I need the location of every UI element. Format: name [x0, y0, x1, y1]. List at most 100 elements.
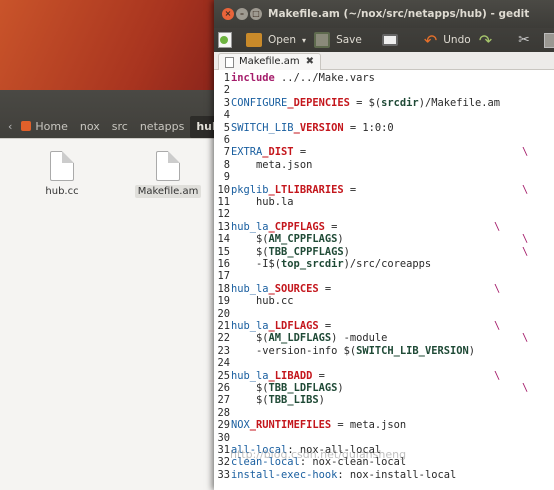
code-line[interactable]: 19 hub.cc [214, 295, 554, 307]
line-text: hub.la [231, 196, 294, 208]
code-line[interactable]: 6 [214, 134, 554, 146]
code-line[interactable]: 10pkglib_LTLIBRARIES = \ [214, 184, 554, 196]
copy-button[interactable] [540, 28, 554, 52]
code-line[interactable]: 20 [214, 308, 554, 320]
line-number: 19 [217, 295, 230, 308]
code-line[interactable]: 26 $(TBB_LDFLAGS) \ [214, 382, 554, 394]
breadcrumb-netapps[interactable]: netapps [134, 116, 191, 138]
line-text: hub_la_CPPFLAGS = [231, 220, 338, 233]
title-bar[interactable]: × – □ Makefile.am (~/nox/src/netapps/hub… [214, 0, 554, 28]
line-number: 4 [223, 109, 230, 122]
code-line[interactable]: 17 [214, 270, 554, 282]
line-text: $(TBB_CPPFLAGS) [231, 245, 350, 258]
chevron-down-icon[interactable]: ▾ [302, 36, 306, 45]
file-name: Makefile.am [134, 185, 202, 198]
code-line[interactable]: 15 $(TBB_CPPFLAGS) \ [214, 246, 554, 258]
line-text: hub_la_LIBADD = [231, 369, 325, 382]
line-text: hub.cc [231, 295, 294, 308]
close-window-button[interactable]: × [222, 8, 234, 20]
new-document-button[interactable] [214, 28, 242, 52]
code-line[interactable]: 14 $(AM_CPPFLAGS) \ [214, 233, 554, 245]
code-line[interactable]: 18hub_la_SOURCES = \ [214, 283, 554, 295]
code-line[interactable]: 27 $(TBB_LIBS) [214, 394, 554, 406]
line-text: install-exec-hook: nox-install-local [231, 468, 457, 481]
open-button[interactable]: Open ▾ [242, 28, 310, 52]
code-line[interactable]: 30 [214, 432, 554, 444]
line-text: -version-info $(SWITCH_LIB_VERSION) [231, 344, 475, 357]
line-continuation-backslash: \ [494, 282, 501, 295]
line-number: 24 [217, 357, 230, 370]
code-line[interactable]: 3CONFIGURE_DEPENCIES = $(srcdir)/Makefil… [214, 97, 554, 109]
folder-open-icon [246, 33, 262, 47]
code-line[interactable]: 11 hub.la [214, 196, 554, 208]
code-line[interactable]: 12 [214, 208, 554, 220]
code-line[interactable]: 28 [214, 407, 554, 419]
line-text: NOX_RUNTIMEFILES = meta.json [231, 419, 407, 432]
file-list: hub.cc Makefile.am [0, 138, 215, 490]
file-item-makefile-am[interactable]: Makefile.am [132, 151, 204, 198]
minimize-window-button[interactable]: – [236, 8, 248, 20]
code-line[interactable]: 29NOX_RUNTIMEFILES = meta.json [214, 419, 554, 431]
code-line[interactable]: 24 [214, 357, 554, 369]
breadcrumb-back-arrow-icon[interactable]: ‹ [0, 116, 15, 138]
line-number: 10 [217, 183, 230, 196]
breadcrumb-home[interactable]: Home [15, 116, 73, 138]
save-button[interactable]: Save [310, 28, 366, 52]
line-number: 12 [217, 208, 230, 221]
text-editor[interactable]: 1include ../../Make.vars 2 3CONFIGURE_DEPE… [214, 70, 554, 490]
line-text: $(TBB_LDFLAGS) [231, 382, 344, 394]
cut-button[interactable]: ✂ [514, 28, 540, 52]
line-continuation-backslash: \ [522, 382, 529, 394]
line-text: $(AM_CPPFLAGS) [231, 233, 344, 246]
line-text: EXTRA_DIST = [231, 146, 307, 159]
code-line[interactable]: 25hub_la_LIBADD = \ [214, 370, 554, 382]
breadcrumb-src[interactable]: src [106, 116, 134, 138]
code-line[interactable]: 8 meta.json [214, 159, 554, 171]
close-tab-icon[interactable]: ✖ [306, 54, 314, 70]
breadcrumb: ‹ Home nox src netapps hub [0, 116, 226, 138]
code-line[interactable]: 9 [214, 171, 554, 183]
code-line[interactable]: 16 -I$(top_srcdir)/src/coreapps [214, 258, 554, 270]
code-line[interactable]: 5SWITCH_LIB_VERSION = 1:0:0 [214, 122, 554, 134]
code-line[interactable]: 7EXTRA_DIST = \ [214, 146, 554, 158]
print-icon [381, 34, 398, 46]
code-line[interactable]: 21hub_la_LDFLAGS = \ [214, 320, 554, 332]
line-text: $(TBB_LIBS) [231, 394, 325, 407]
redo-button[interactable]: ↷ [475, 28, 502, 52]
line-number: 17 [217, 270, 230, 283]
text-file-icon [156, 151, 180, 181]
code-line[interactable]: 13hub_la_CPPFLAGS = \ [214, 221, 554, 233]
window-title: Makefile.am (~/nox/src/netapps/hub) - ge… [268, 8, 530, 20]
line-number: 7 [223, 146, 230, 159]
line-number: 21 [217, 320, 230, 332]
gedit-window: × – □ Makefile.am (~/nox/src/netapps/hub… [214, 0, 554, 490]
line-number: 22 [217, 332, 230, 345]
code-line[interactable]: 33install-exec-hook: nox-install-local [214, 469, 554, 481]
tab-makefile-am[interactable]: Makefile.am ✖ [218, 53, 322, 70]
code-line[interactable]: 1include ../../Make.vars [214, 72, 554, 84]
print-button[interactable] [378, 28, 408, 52]
maximize-window-button[interactable]: □ [250, 8, 262, 20]
line-number: 27 [217, 394, 230, 407]
breadcrumb-nox[interactable]: nox [74, 116, 106, 138]
line-continuation-backslash: \ [522, 332, 529, 345]
line-number: 29 [217, 419, 230, 432]
line-continuation-backslash: \ [494, 369, 501, 382]
home-icon [21, 121, 32, 131]
code-line[interactable]: 2 [214, 84, 554, 96]
code-line[interactable]: 22 $(AM_LDFLAGS) -module \ [214, 332, 554, 344]
line-number: 26 [217, 382, 230, 394]
toolbar: Open ▾ Save ↶ Undo ↷ ✂ [214, 28, 554, 52]
line-number: 33 [217, 468, 230, 481]
code-line[interactable]: 23 -version-info $(SWITCH_LIB_VERSION) [214, 345, 554, 357]
code-line[interactable]: 4 [214, 109, 554, 121]
line-number: 31 [217, 444, 230, 456]
file-item-hub-cc[interactable]: hub.cc [26, 151, 98, 198]
watermark: http://blog.csdn.net/gulansheng [230, 448, 407, 461]
undo-button[interactable]: ↶ Undo [420, 28, 475, 52]
line-number: 8 [223, 158, 230, 171]
line-text: CONFIGURE_DEPENCIES = $(srcdir)/Makefile… [231, 96, 501, 109]
line-number: 2 [223, 84, 230, 97]
line-continuation-backslash: \ [522, 183, 529, 196]
line-continuation-backslash: \ [494, 320, 501, 332]
